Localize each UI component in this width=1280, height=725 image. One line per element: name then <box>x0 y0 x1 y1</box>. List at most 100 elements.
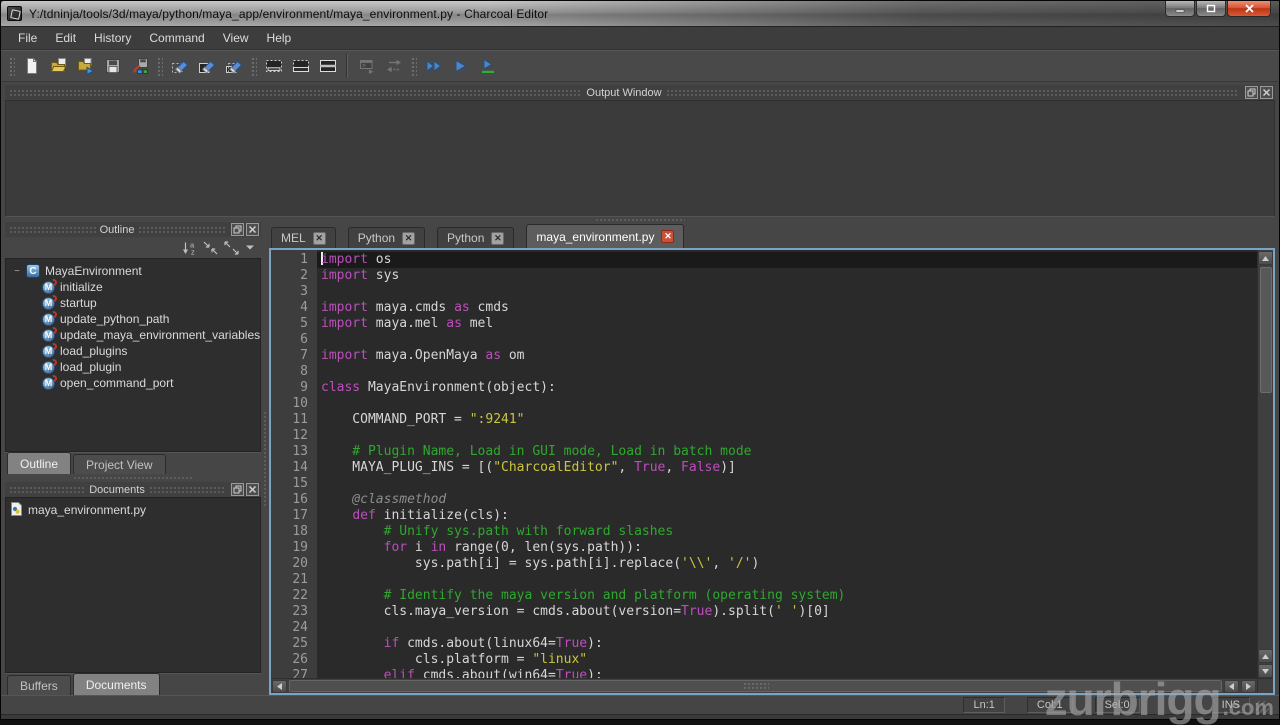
outline-class-label: MayaEnvironment <box>45 264 142 278</box>
document-list-item[interactable]: maya_environment.py <box>6 501 260 519</box>
menu-command[interactable]: Command <box>140 28 213 48</box>
outline-method-item[interactable]: Mupdate_python_path <box>6 311 260 327</box>
menu-view[interactable]: View <box>214 28 258 48</box>
outline-method-item[interactable]: Mload_plugins <box>6 343 260 359</box>
editor-tab[interactable]: Python✕ <box>348 227 425 248</box>
code-line <box>317 572 1257 588</box>
close-panel-icon[interactable] <box>246 483 259 496</box>
close-button[interactable] <box>1227 1 1271 17</box>
float-panel-icon[interactable] <box>1245 86 1258 99</box>
code-line <box>317 396 1257 412</box>
tab-buffers[interactable]: Buffers <box>7 675 71 695</box>
tab-close-icon[interactable]: ✕ <box>491 232 504 245</box>
code-line: for i in range(0, len(sys.path)): <box>317 540 1257 556</box>
float-panel-icon[interactable] <box>231 223 244 236</box>
drag-texture <box>9 89 582 97</box>
outline-method-item[interactable]: Minitialize <box>6 279 260 295</box>
code-line: import maya.mel as mel <box>317 316 1257 332</box>
tab-close-icon[interactable]: ✕ <box>661 230 674 243</box>
code-line: import maya.OpenMaya as om <box>317 348 1257 364</box>
outline-footer-tabs: OutlineProject View <box>5 452 261 474</box>
output-window-header[interactable]: Output Window <box>5 85 1275 100</box>
code-view[interactable]: import osimport sys import maya.cmds as … <box>317 250 1257 678</box>
tree-expander-icon[interactable]: − <box>12 266 22 277</box>
scroll-up-icon[interactable] <box>1258 649 1273 663</box>
minimize-button[interactable] <box>1165 1 1195 17</box>
tab-close-icon[interactable]: ✕ <box>313 232 326 245</box>
execute-selected-icon[interactable] <box>474 53 501 79</box>
editor-tab[interactable]: maya_environment.py✕ <box>526 224 684 248</box>
menu-help[interactable]: Help <box>258 28 301 48</box>
open-file-icon[interactable] <box>45 53 72 79</box>
float-panel-icon[interactable] <box>231 483 244 496</box>
tab-project-view[interactable]: Project View <box>73 454 165 474</box>
outline-method-item[interactable]: Mstartup <box>6 295 260 311</box>
close-panel-icon[interactable] <box>246 223 259 236</box>
clear-history-icon[interactable] <box>193 53 220 79</box>
output-window-content[interactable] <box>5 100 1275 217</box>
code-line: # Unify sys.path with forward slashes <box>317 524 1257 540</box>
execute-icon[interactable] <box>447 53 474 79</box>
layout-single-icon[interactable] <box>260 53 287 79</box>
expand-all-icon[interactable] <box>224 241 239 255</box>
method-icon: M <box>42 329 55 342</box>
scroll-left-icon[interactable] <box>272 680 287 693</box>
outline-method-label: startup <box>60 296 97 310</box>
execute-all-icon[interactable] <box>420 53 447 79</box>
vertical-splitter[interactable] <box>261 222 269 695</box>
code-editor: 1234567891011121314151617181920212223242… <box>269 248 1275 695</box>
menu-history[interactable]: History <box>85 28 140 48</box>
menu-edit[interactable]: Edit <box>46 28 85 48</box>
code-line: MAYA_PLUG_INS = [("CharcoalEditor", True… <box>317 460 1257 476</box>
save-all-icon[interactable] <box>126 53 153 79</box>
method-icon: M <box>42 377 55 390</box>
code-line <box>317 428 1257 444</box>
drag-texture <box>149 486 225 494</box>
outline-panel-header[interactable]: Outline <box>5 222 261 237</box>
outline-method-item[interactable]: Mopen_command_port <box>6 375 260 391</box>
horizontal-scrollbar-thumb[interactable] <box>289 680 1222 692</box>
vertical-scrollbar-thumb[interactable] <box>1260 267 1272 393</box>
menu-chevron-icon[interactable] <box>245 244 255 251</box>
maximize-button[interactable] <box>1196 1 1226 17</box>
scrollbar-corner <box>1257 678 1273 693</box>
outline-class-item[interactable]: −CMayaEnvironment <box>6 263 260 279</box>
open-run-icon[interactable] <box>72 53 99 79</box>
outline-method-label: load_plugins <box>60 344 127 358</box>
status-line: Ln:1 <box>963 697 1004 713</box>
outline-method-item[interactable]: Mload_plugin <box>6 359 260 375</box>
clear-all-icon[interactable] <box>220 53 247 79</box>
code-line: sys.path[i] = sys.path[i].replace('\\', … <box>317 556 1257 572</box>
horizontal-scrollbar[interactable] <box>271 678 1257 693</box>
window-frame-bottom <box>1 714 1279 719</box>
menu-file[interactable]: File <box>9 28 46 48</box>
editor-tab[interactable]: MEL✕ <box>271 227 336 248</box>
save-icon[interactable] <box>99 53 126 79</box>
document-name: maya_environment.py <box>28 503 146 517</box>
code-line: import os <box>317 252 1257 268</box>
scroll-left-icon[interactable] <box>1224 680 1239 693</box>
editor-tab[interactable]: Python✕ <box>437 227 514 248</box>
scroll-right-icon[interactable] <box>1241 680 1256 693</box>
close-panel-icon[interactable] <box>1260 86 1273 99</box>
method-icon: M <box>42 313 55 326</box>
outline-method-item[interactable]: Mupdate_maya_environment_variables <box>6 327 260 343</box>
scroll-down-icon[interactable] <box>1258 664 1273 678</box>
tab-outline[interactable]: Outline <box>7 452 71 474</box>
panel-splitter[interactable] <box>5 474 261 482</box>
layout-split-icon[interactable] <box>287 53 314 79</box>
sort-alphabetical-icon[interactable]: az <box>182 241 197 255</box>
new-file-icon[interactable] <box>18 53 45 79</box>
tab-documents[interactable]: Documents <box>73 673 160 695</box>
title-bar[interactable]: Y:/tdninja/tools/3d/maya/python/maya_app… <box>1 1 1279 27</box>
vertical-scrollbar[interactable] <box>1257 250 1273 678</box>
documents-panel-header[interactable]: Documents <box>5 482 261 497</box>
drag-texture <box>138 226 225 234</box>
scroll-up-icon[interactable] <box>1258 251 1273 265</box>
collapse-all-icon[interactable] <box>203 241 218 255</box>
layout-stacked-icon[interactable] <box>314 53 341 79</box>
clear-output-icon[interactable] <box>166 53 193 79</box>
window-resize-grip[interactable] <box>1256 701 1269 714</box>
tab-close-icon[interactable]: ✕ <box>402 232 415 245</box>
code-line: # Plugin Name, Load in GUI mode, Load in… <box>317 444 1257 460</box>
